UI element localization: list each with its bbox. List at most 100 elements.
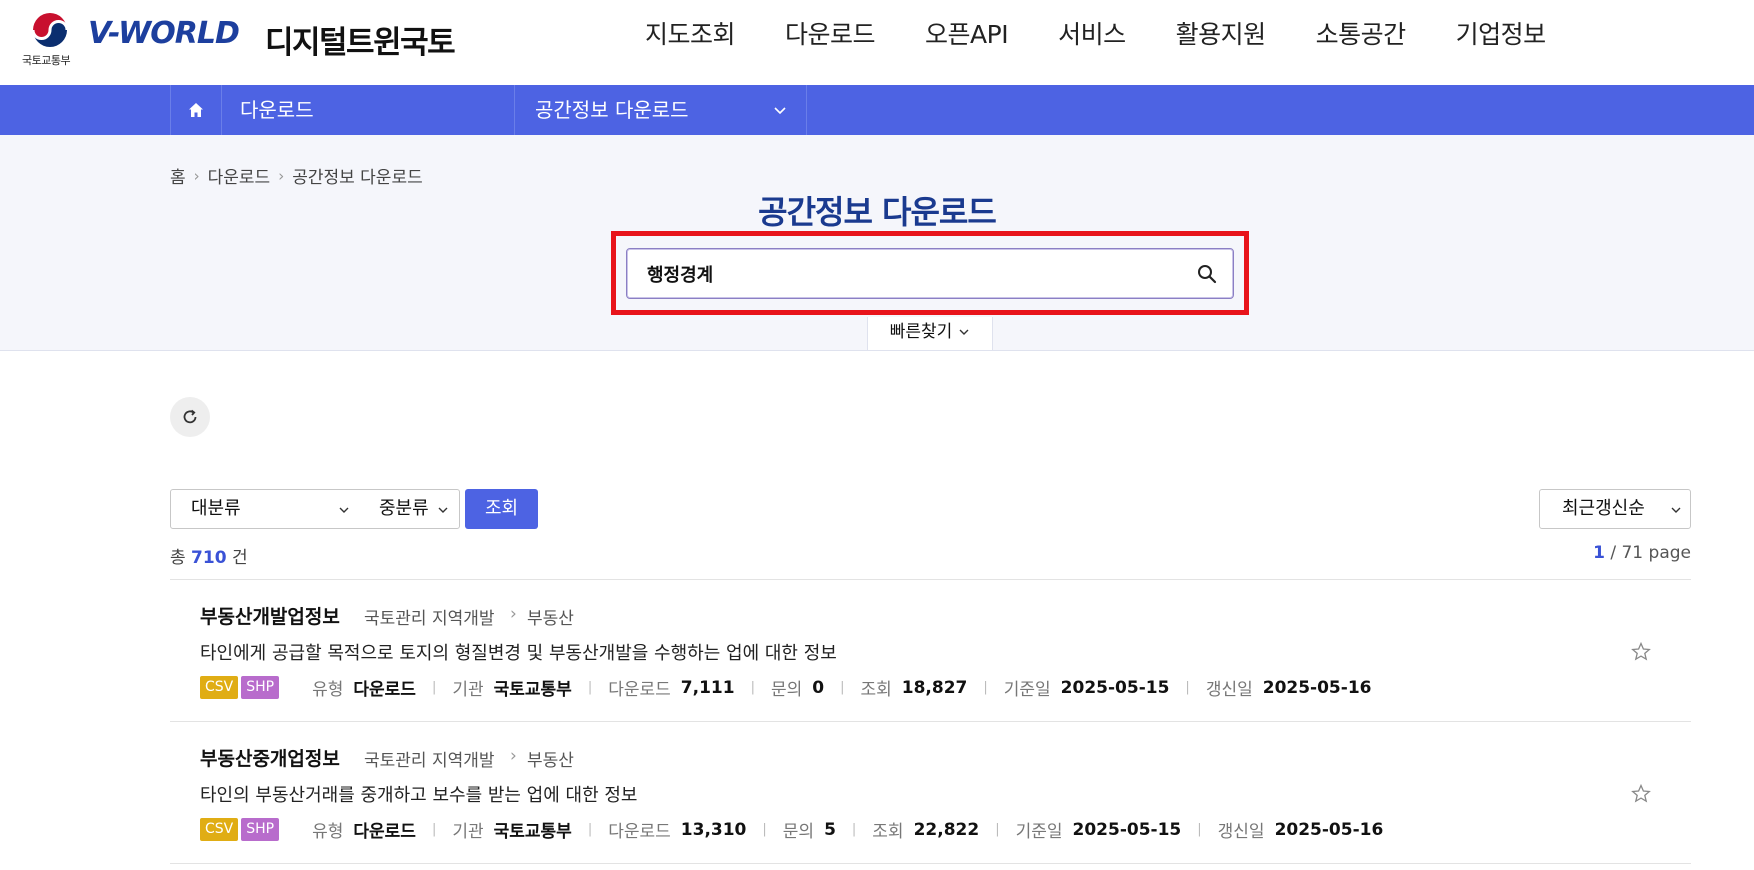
subbar-divider [806, 85, 807, 135]
nav-item-support[interactable]: 활용지원 [1151, 0, 1291, 70]
search-input[interactable] [647, 249, 1167, 298]
meta-separator: | [1197, 822, 1202, 837]
meta-separator: | [995, 822, 1000, 837]
meta-value: 국토교통부 [493, 822, 572, 842]
nav-item-service[interactable]: 서비스 [1033, 0, 1151, 70]
meta-value: 0 [812, 677, 825, 698]
quick-find-label: 빠른찾기 [889, 322, 953, 342]
meta-separator: | [851, 822, 857, 837]
result-category: 국토관리 지역개발 [364, 609, 495, 629]
meta-value: 7,111 [680, 677, 735, 698]
total-prefix: 총 [170, 548, 186, 568]
nav-item-company[interactable]: 기업정보 [1431, 0, 1571, 70]
chevron-down-icon[interactable] [772, 102, 788, 118]
total-number: 710 [191, 548, 227, 568]
query-button[interactable]: 조회 [465, 489, 538, 529]
meta-label: 유형 [312, 680, 344, 700]
meta-value: 13,310 [680, 819, 747, 840]
meta-label: 기준일 [1015, 822, 1063, 842]
subbar-depth2-menu[interactable]: 공간정보 다운로드 [535, 85, 689, 135]
major-category-select[interactable]: 대분류 [191, 490, 241, 528]
meta-label: 기관 [452, 822, 484, 842]
meta-separator: | [587, 680, 593, 695]
current-page: 1 [1593, 543, 1605, 563]
category-separator-icon: › [510, 604, 517, 624]
list-item: 부동산개발업정보 국토관리 지역개발 › 부동산 타인에게 공급할 목적으로 토… [170, 580, 1691, 720]
home-button[interactable] [170, 85, 222, 135]
meta-value: 2025-05-15 [1060, 677, 1170, 698]
nav-item-download[interactable]: 다운로드 [760, 0, 900, 70]
format-tag-shp: SHP [241, 818, 280, 841]
brand-subtitle: 디지털트윈국토 [265, 25, 456, 61]
refresh-button[interactable] [170, 397, 210, 437]
refresh-icon [183, 409, 197, 424]
meta-label: 조회 [872, 822, 904, 842]
result-title[interactable]: 부동산중개업정보 [200, 744, 340, 771]
chevron-down-icon [1671, 507, 1681, 513]
meta-separator: | [431, 680, 437, 695]
meta-separator: | [762, 822, 767, 837]
meta-label: 조회 [860, 680, 892, 700]
home-icon [189, 103, 203, 117]
page-title: 공간정보 다운로드 [758, 193, 997, 231]
meta-value: 2025-05-16 [1274, 819, 1384, 840]
meta-separator: | [587, 822, 593, 837]
breadcrumb-download[interactable]: 다운로드 [208, 163, 271, 188]
meta-separator: | [840, 680, 845, 695]
meta-label: 갱신일 [1205, 680, 1253, 700]
result-title[interactable]: 부동산개발업정보 [200, 602, 340, 629]
list-item: 부동산중개업정보 국토관리 지역개발 › 부동산 타인의 부동산거래를 중개하고… [170, 722, 1691, 862]
meta-label: 문의 [782, 822, 815, 842]
subbar-depth1-menu[interactable]: 다운로드 [240, 85, 314, 135]
meta-separator: | [983, 680, 988, 695]
search-box [626, 248, 1234, 299]
chevron-down-icon[interactable] [338, 504, 350, 516]
nav-item-map[interactable]: 지도조회 [620, 0, 760, 70]
minor-category-select[interactable]: 중분류 [379, 490, 429, 528]
meta-separator: | [750, 680, 755, 695]
format-tag-shp: SHP [241, 676, 280, 699]
star-icon[interactable] [1630, 641, 1652, 663]
result-description: 타인에게 공급할 목적으로 토지의 형질변경 및 부동산개발을 수행하는 업에 … [200, 643, 837, 664]
breadcrumb-home[interactable]: 홈 [170, 163, 186, 188]
meta-value: 2025-05-16 [1262, 677, 1372, 698]
meta-separator: | [1185, 680, 1190, 695]
result-category: 국토관리 지역개발 [364, 751, 495, 771]
breadcrumb: 홈 › 다운로드 › 공간정보 다운로드 [170, 163, 423, 189]
meta-label: 기준일 [1003, 680, 1051, 700]
ministry-label: 국토교통부 [22, 54, 71, 67]
page-total: / 71 page [1610, 543, 1691, 563]
sort-select[interactable]: 최근갱신순 [1539, 489, 1691, 529]
meta-value: 다운로드 [353, 680, 416, 700]
sort-select-label: 최근갱신순 [1562, 498, 1645, 519]
format-tag-csv: CSV [200, 818, 239, 841]
site-header: 국토교통부 V-WORLD 디지털트윈국토 지도조회 다운로드 오픈API 서비… [0, 0, 1754, 85]
format-tag-csv: CSV [200, 676, 239, 699]
star-icon[interactable] [1630, 783, 1652, 805]
result-meta: CSV SHP 유형 다운로드 | 기관 국토교통부 | 다운로드 13,310… [200, 817, 1383, 842]
nav-item-community[interactable]: 소통공간 [1291, 0, 1431, 70]
category-select-group: 대분류 중분류 [170, 489, 460, 529]
meta-value: 5 [824, 819, 836, 840]
quick-find-toggle[interactable]: 빠른찾기 [867, 317, 993, 351]
taegeuk-emblem-icon [31, 12, 69, 48]
category-separator-icon: › [510, 746, 517, 766]
chevron-down-icon [959, 329, 969, 335]
breadcrumb-separator-icon: › [193, 166, 200, 185]
total-count: 총 710 건 [170, 543, 248, 568]
nav-item-open-api[interactable]: 오픈API [900, 0, 1033, 70]
breadcrumb-separator-icon: › [278, 166, 285, 185]
page-indicator: 1 / 71 page [1593, 543, 1691, 563]
meta-value: 국토교통부 [493, 680, 572, 700]
meta-label: 유형 [312, 822, 344, 842]
breadcrumb-current: 공간정보 다운로드 [292, 168, 423, 188]
site-logo[interactable]: 국토교통부 V-WORLD 디지털트윈국토 [20, 8, 470, 68]
brand-name: V-WORLD [88, 16, 240, 51]
result-meta: CSV SHP 유형 다운로드 | 기관 국토교통부 | 다운로드 7,111 … [200, 675, 1371, 700]
meta-label: 기관 [452, 680, 484, 700]
meta-label: 다운로드 [608, 680, 671, 700]
meta-separator: | [431, 822, 437, 837]
meta-label: 문의 [770, 680, 803, 700]
search-icon[interactable] [1195, 262, 1219, 286]
chevron-down-icon[interactable] [437, 504, 449, 516]
